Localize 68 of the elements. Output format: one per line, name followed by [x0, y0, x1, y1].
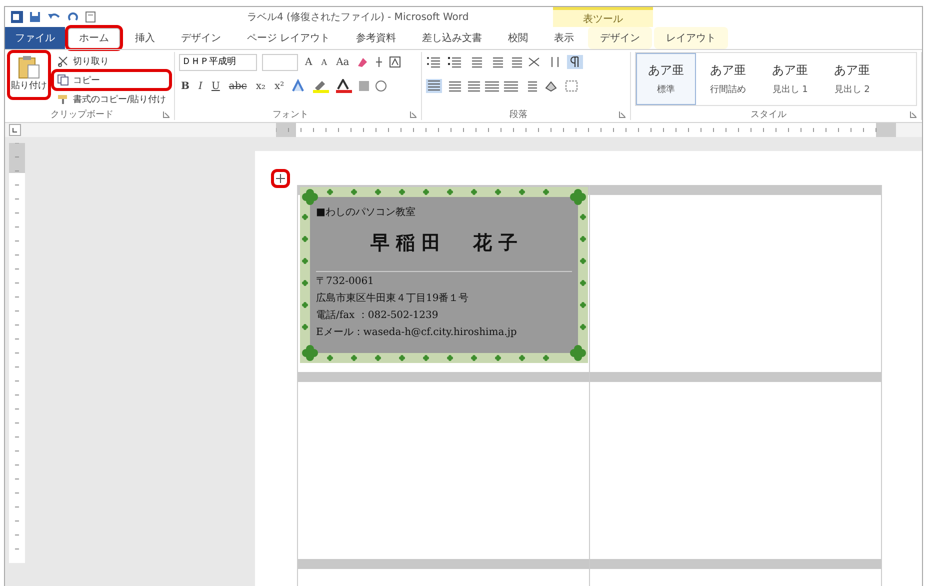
ribbon-tab[interactable]: 表示: [542, 27, 586, 49]
copy-button[interactable]: コピー: [53, 71, 170, 89]
ribbon-tab[interactable]: ページ レイアウト: [235, 27, 342, 49]
ribbon-tab[interactable]: 差し込み文書: [410, 27, 494, 49]
dialog-launcher-icon[interactable]: [410, 110, 418, 118]
style-option[interactable]: あア亜 標準: [636, 53, 696, 105]
copy-icon: [57, 74, 69, 86]
print-preview-icon[interactable]: [85, 11, 97, 23]
numbering-icon[interactable]: [447, 56, 464, 68]
underline-button[interactable]: U: [209, 80, 222, 92]
word-app-icon: [11, 11, 23, 23]
ribbon-tab[interactable]: レイアウト: [654, 27, 728, 49]
group-label: 段落: [510, 108, 528, 120]
align-right-icon[interactable]: [466, 80, 480, 92]
redo-icon[interactable]: [67, 11, 79, 23]
ribbon-tab[interactable]: 挿入: [123, 27, 167, 49]
ruby-icon[interactable]: [374, 56, 384, 68]
card-email: Eメール：waseda-h@cf.city.hiroshima.jp: [316, 326, 518, 339]
move-arrows-icon: [276, 174, 285, 183]
table-tools-label: 表ツール: [553, 7, 653, 27]
table-move-handle[interactable]: [273, 171, 288, 186]
card-header-text: ■わしのパソコン教室: [316, 206, 416, 219]
superscript-button[interactable]: x²: [272, 80, 286, 92]
file-tab[interactable]: ファイル: [5, 27, 65, 49]
font-color-icon[interactable]: [335, 79, 354, 93]
window-title: ラベル4 (修復されたファイル) - Microsoft Word: [247, 11, 470, 24]
paintbrush-icon: [57, 93, 69, 105]
highlighter-icon[interactable]: [312, 79, 330, 93]
shrink-font-button[interactable]: A: [319, 58, 330, 66]
align-center-icon[interactable]: [447, 80, 462, 92]
clipboard-icon: [18, 55, 40, 79]
paste-button[interactable]: 貼り付け: [9, 52, 49, 98]
enclose-char-icon[interactable]: [389, 56, 402, 68]
card-postal-code: 〒732-0061: [316, 271, 572, 288]
ribbon-tab[interactable]: デザイン: [588, 27, 652, 49]
dialog-launcher-icon[interactable]: [619, 110, 626, 118]
brush-button[interactable]: 書式のコピー/貼り付け: [53, 90, 170, 108]
grow-font-button[interactable]: A: [303, 56, 314, 68]
align-left-icon[interactable]: [426, 79, 442, 93]
card-address: 広島市東区牛田東４丁目19番１号: [316, 292, 470, 305]
bold-button[interactable]: B: [179, 80, 192, 92]
font-size-field[interactable]: [262, 54, 298, 70]
show-marks-icon[interactable]: [567, 55, 584, 69]
enclosed-char-icon[interactable]: [375, 80, 388, 92]
card-phone: 電話/fax ：082-502-1239: [316, 308, 440, 322]
group-label: スタイル: [750, 108, 787, 120]
group-label: クリップボード: [50, 108, 114, 120]
ribbon-tab[interactable]: ホーム: [67, 27, 121, 49]
dialog-launcher-icon[interactable]: [910, 110, 917, 118]
ribbon-tab[interactable]: デザイン: [169, 27, 233, 49]
scissors-icon: [57, 55, 69, 67]
clear-format-icon[interactable]: [356, 56, 370, 68]
distributed-icon[interactable]: [504, 80, 518, 92]
subscript-button[interactable]: x₂: [254, 80, 268, 92]
ribbon-tab[interactable]: 参考資料: [344, 27, 408, 49]
bullets-icon[interactable]: [426, 56, 442, 68]
group-label: フォント: [272, 108, 309, 120]
cut-button[interactable]: 切り取り: [53, 52, 170, 70]
font-name-field[interactable]: ＤＨＰ平成明: [179, 54, 258, 70]
save-icon[interactable]: [29, 11, 41, 23]
strikethrough-button[interactable]: abc: [226, 80, 249, 92]
change-case-button[interactable]: Aa: [334, 56, 352, 68]
dialog-launcher-icon[interactable]: [163, 110, 170, 118]
tab-selector-icon[interactable]: [9, 124, 21, 136]
ribbon-tab[interactable]: 校閲: [496, 27, 540, 49]
justify-icon[interactable]: [485, 80, 500, 92]
card-name: 早 稲 田 花 子: [369, 231, 519, 256]
italic-button[interactable]: I: [196, 80, 204, 92]
